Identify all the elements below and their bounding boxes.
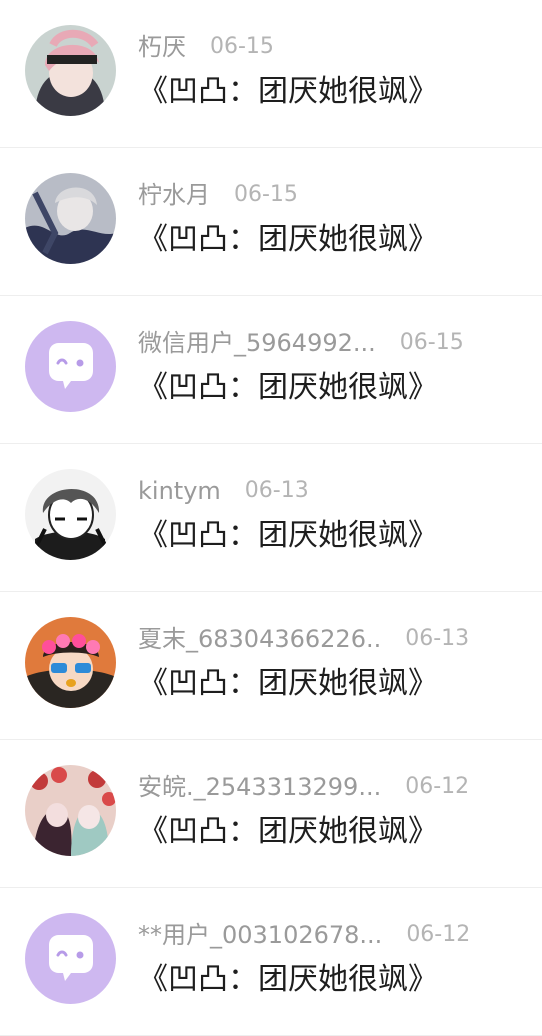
- comment-date: 06-12: [405, 774, 470, 799]
- comment-date: 06-13: [405, 626, 470, 651]
- comment-text: 《凹凸：团厌她很飒》: [138, 74, 438, 109]
- comment-list: 朽厌 06-15 《凹凸：团厌她很飒》 柠水月 06-15 《凹凸：团厌她很飒》: [0, 0, 542, 1036]
- comment-row[interactable]: 安皖._2543313299... 06-12 《凹凸：团厌她很飒》: [0, 740, 542, 888]
- username[interactable]: 夏末_68304366226..: [138, 622, 381, 656]
- username[interactable]: 朽厌: [138, 30, 186, 64]
- comment-date: 06-12: [406, 922, 471, 947]
- comment-date: 06-13: [244, 478, 309, 503]
- user-avatar-icon[interactable]: [25, 25, 116, 116]
- comment-date: 06-15: [399, 330, 464, 355]
- comment-meta: kintym 06-13: [138, 474, 309, 508]
- default-avatar-icon[interactable]: [25, 913, 116, 1004]
- comment-text: 《凹凸：团厌她很飒》: [138, 370, 438, 405]
- comment-meta: 朽厌 06-15: [138, 30, 274, 64]
- user-avatar-icon[interactable]: [25, 765, 116, 856]
- comment-meta: 安皖._2543313299... 06-12: [138, 770, 469, 804]
- username[interactable]: 微信用户_5964992...: [138, 326, 376, 360]
- username[interactable]: 柠水月: [138, 178, 210, 212]
- comment-row[interactable]: 微信用户_5964992... 06-15 《凹凸：团厌她很飒》: [0, 296, 542, 444]
- user-avatar-icon[interactable]: [25, 469, 116, 560]
- comment-row[interactable]: 夏末_68304366226.. 06-13 《凹凸：团厌她很飒》: [0, 592, 542, 740]
- username[interactable]: **用户_003102678...: [138, 918, 382, 952]
- comment-meta: 柠水月 06-15: [138, 178, 298, 212]
- comment-text: 《凹凸：团厌她很飒》: [138, 814, 438, 849]
- comment-date: 06-15: [234, 182, 298, 207]
- username[interactable]: 安皖._2543313299...: [138, 770, 381, 804]
- comment-row[interactable]: 朽厌 06-15 《凹凸：团厌她很飒》: [0, 0, 542, 148]
- comment-text: 《凹凸：团厌她很飒》: [138, 962, 438, 997]
- comment-text: 《凹凸：团厌她很飒》: [138, 666, 438, 701]
- comment-row[interactable]: 柠水月 06-15 《凹凸：团厌她很飒》: [0, 148, 542, 296]
- default-avatar-icon[interactable]: [25, 321, 116, 412]
- user-avatar-icon[interactable]: [25, 617, 116, 708]
- comment-text: 《凹凸：团厌她很飒》: [138, 518, 438, 553]
- comment-meta: 夏末_68304366226.. 06-13: [138, 622, 469, 656]
- username[interactable]: kintym: [138, 474, 221, 508]
- comment-row[interactable]: **用户_003102678... 06-12 《凹凸：团厌她很飒》: [0, 888, 542, 1036]
- comment-date: 06-15: [210, 34, 274, 59]
- comment-meta: **用户_003102678... 06-12: [138, 918, 470, 952]
- user-avatar-icon[interactable]: [25, 173, 116, 264]
- comment-text: 《凹凸：团厌她很飒》: [138, 222, 438, 257]
- comment-meta: 微信用户_5964992... 06-15: [138, 326, 464, 360]
- comment-row[interactable]: kintym 06-13 《凹凸：团厌她很飒》: [0, 444, 542, 592]
